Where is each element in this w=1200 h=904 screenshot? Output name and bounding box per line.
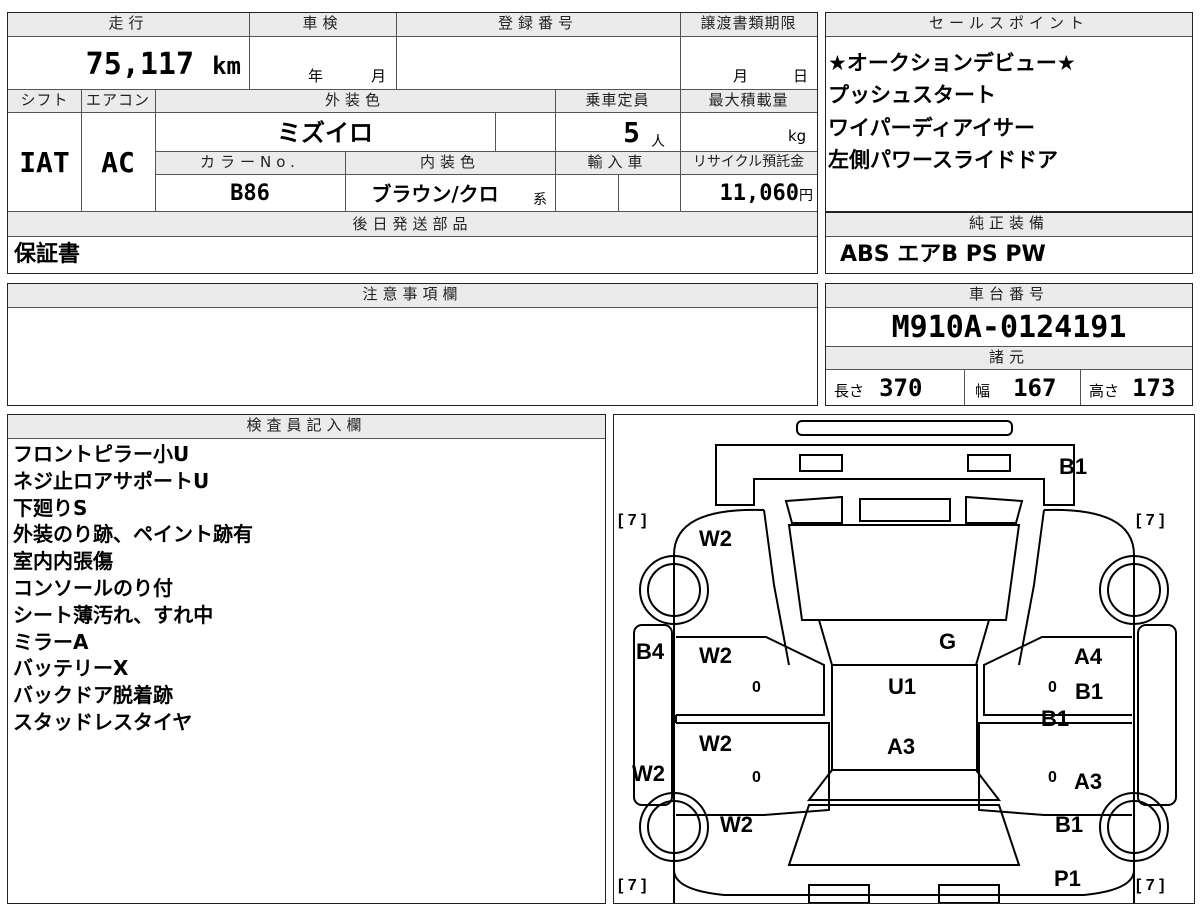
sales-item: プッシュスタート — [828, 83, 996, 107]
transfer-label: 譲渡書類期限 — [680, 13, 817, 37]
recycle-label: リサイクル預託金 — [680, 151, 817, 175]
damage-mark: W2 — [699, 643, 732, 668]
inspection-label: 車検 — [249, 13, 396, 37]
height-cell: 高さ 173 — [1080, 370, 1192, 405]
damage-mark: P1 — [1054, 866, 1081, 891]
later-parts-label: 後日発送部品 — [8, 211, 817, 237]
inspector-note: バッテリーX — [13, 656, 129, 681]
inspector-notes: フロントピラー小U ネジ止ロアサポートU 下廻りS 外装のり跡、ペイント跡有 室… — [13, 441, 603, 736]
ac-value: AC — [101, 146, 135, 179]
inspector-note: 下廻りS — [13, 495, 88, 520]
chassis-value: M910A-0124191 — [891, 310, 1127, 345]
damage-mark: W2 — [720, 812, 753, 837]
capacity-unit: 人 — [651, 134, 665, 150]
sales-item: ワイパーディアイサー — [828, 116, 1036, 140]
inspector-note: ミラーA — [13, 629, 89, 654]
color-no-value: B86 — [230, 181, 270, 206]
zero-mark: 0 — [1048, 679, 1057, 696]
length-cell: 長さ 370 — [826, 370, 964, 405]
sales-item: ★オークションデビュー★ — [828, 51, 1076, 75]
registration-label: 登録番号 — [396, 13, 680, 37]
width-label: 幅 — [975, 382, 991, 400]
color-no-label: カラーNo. — [155, 151, 345, 175]
exterior-label: 外装色 — [155, 89, 555, 113]
recycle-number: 11,060 — [719, 181, 799, 206]
shift-label: シフト — [8, 89, 81, 113]
car-diagram-panel: [ 7 ] [ 7 ] [ 7 ] [ 7 ] B1 W2 B4 W2 G A4… — [613, 414, 1195, 904]
inspector-label: 検査員記入欄 — [8, 415, 605, 439]
inspector-note: ネジ止ロアサポートU — [13, 468, 210, 493]
bracket-label: [ 7 ] — [1136, 512, 1165, 529]
transfer-day: 日 — [793, 67, 809, 85]
shift-value: IAT — [19, 146, 70, 179]
mileage-value: 75,117 km — [8, 37, 249, 89]
equipment-label: 純正装備 — [826, 213, 1192, 237]
damage-mark: W2 — [699, 526, 732, 551]
interior-value: ブラウン/クロ — [371, 182, 499, 206]
zero-mark: 0 — [1048, 769, 1057, 786]
capacity-value: 5 — [623, 116, 640, 149]
capacity-label: 乗車定員 — [555, 89, 680, 113]
equipment-panel: 純正装備 ABS エアB PS PW — [825, 212, 1193, 274]
damage-mark: B1 — [1059, 454, 1088, 479]
inspector-note: 外装のり跡、ペイント跡有 — [13, 522, 253, 547]
zero-mark: 0 — [752, 679, 761, 696]
maxload-unit: kg — [788, 127, 807, 145]
mileage-number: 75,117 — [85, 47, 195, 82]
damage-mark: B1 — [1075, 679, 1104, 704]
bracket-label: [ 7 ] — [618, 512, 647, 529]
bracket-label: [ 7 ] — [1136, 877, 1165, 894]
interior-label: 内装色 — [345, 151, 555, 175]
damage-mark: B4 — [636, 639, 665, 664]
transfer-month: 月 — [733, 67, 749, 85]
damage-mark: U1 — [888, 674, 917, 699]
mileage-label: 走行 — [8, 13, 249, 37]
ac-label: エアコン — [81, 89, 155, 113]
mileage-unit: km — [212, 52, 241, 80]
inspector-note: コンソールのり付 — [13, 575, 173, 600]
chassis-panel: 車台番号 M910A-0124191 諸元 長さ 370 幅 167 高さ 17… — [825, 283, 1193, 406]
chassis-label: 車台番号 — [826, 284, 1192, 308]
damage-mark: A3 — [887, 734, 916, 759]
spec-label: 諸元 — [826, 346, 1192, 370]
width-cell: 幅 167 — [964, 370, 1080, 405]
inspector-note: シート薄汚れ、すれ中 — [13, 602, 214, 627]
inspector-note: バックドア脱着跡 — [13, 683, 173, 708]
length-label: 長さ — [834, 382, 865, 400]
recycle-value: 11,060円 — [680, 175, 817, 211]
recycle-unit: 円 — [799, 188, 813, 204]
caution-panel: 注意事項欄 — [7, 283, 818, 406]
damage-mark: B1 — [1041, 706, 1070, 731]
damage-mark: B1 — [1055, 812, 1084, 837]
damage-mark: A3 — [1074, 769, 1103, 794]
caution-label: 注意事項欄 — [8, 284, 817, 308]
sales-points-label: セールスポイント — [826, 13, 1192, 37]
maxload-label: 最大積載量 — [680, 89, 817, 113]
damage-mark: G — [939, 629, 957, 654]
bracket-label: [ 7 ] — [618, 877, 647, 894]
length-value: 370 — [879, 374, 923, 402]
inspector-note: スタッドレスタイヤ — [13, 709, 193, 734]
inspection-year: 年 — [308, 67, 324, 85]
later-parts-value: 保証書 — [14, 242, 81, 267]
inspector-note: 室内内張傷 — [13, 549, 113, 574]
import-label: 輸入車 — [555, 151, 680, 175]
inspector-note: フロントピラー小U — [13, 442, 190, 466]
height-value: 173 — [1132, 374, 1176, 402]
damage-mark: W2 — [699, 731, 732, 756]
zero-mark: 0 — [752, 769, 761, 786]
damage-mark: A4 — [1074, 644, 1103, 669]
equipment-value: ABS エアB PS PW — [840, 242, 1046, 267]
sales-item: 左側パワースライドドア — [828, 148, 1058, 172]
inspection-month: 月 — [371, 67, 387, 85]
interior-suffix: 系 — [533, 192, 547, 208]
sales-points-panel: セールスポイント ★オークションデビュー★ プッシュスタート ワイパーディアイサ… — [825, 12, 1193, 212]
damage-mark: W2 — [632, 761, 665, 786]
width-value: 167 — [1013, 374, 1057, 402]
height-label: 高さ — [1089, 382, 1120, 400]
exterior-value: ミズイロ — [277, 119, 373, 147]
inspector-panel: 検査員記入欄 フロントピラー小U ネジ止ロアサポートU 下廻りS 外装のり跡、ペ… — [7, 414, 606, 904]
vehicle-info-panel: 走行 車検 登録番号 譲渡書類期限 75,117 km 年 月 月 日 シフト … — [7, 12, 818, 274]
